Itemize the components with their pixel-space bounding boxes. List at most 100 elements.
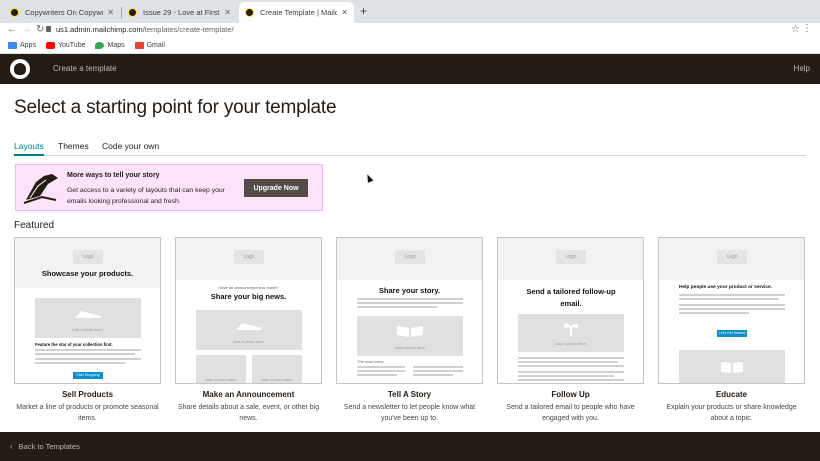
photo-label: Add a photo here. (233, 339, 265, 344)
shoe-icon (236, 323, 262, 330)
forward-arrow-icon[interactable]: → (21, 24, 31, 35)
text-line (35, 349, 141, 351)
featured-heading: Featured (14, 220, 55, 231)
template-preview[interactable]: Logo Send a tailored follow-up email. Ad… (497, 237, 644, 384)
photo-placeholder: Add a photo here. (252, 355, 302, 383)
cta-label: Start Shopping (76, 373, 100, 377)
photo-placeholder: Add a photo here. (518, 314, 624, 352)
template-preview[interactable]: Logo Share your story. Add a photo here.… (336, 237, 483, 384)
tab-themes[interactable]: Themes (58, 141, 89, 151)
text-line (518, 361, 618, 363)
template-card-educate[interactable]: Logo Help people use your product or ser… (658, 237, 805, 424)
text-line (357, 306, 437, 308)
browser-tab[interactable]: Issue 29 - Love at First Write ✕ (122, 2, 237, 23)
shoe-illustration-icon (23, 174, 58, 204)
preview-heading: Share your big news. (210, 292, 287, 301)
preview-heading: Help people use your product or service. (679, 285, 773, 290)
menu-kebab-icon[interactable]: ⋮ (802, 23, 812, 34)
bookmark-label: Gmail (146, 41, 165, 49)
close-icon[interactable]: ✕ (341, 8, 348, 17)
close-icon[interactable]: ✕ (107, 8, 114, 17)
card-title: Tell A Story (387, 390, 432, 399)
new-tab-icon[interactable]: + (360, 4, 367, 18)
mailchimp-logo-icon[interactable] (10, 59, 30, 79)
promo-title: More ways to tell your story (67, 172, 160, 179)
preview-subheading: The main story (357, 359, 384, 364)
bookmark-maps[interactable]: Maps (95, 41, 125, 49)
browser-tab-active[interactable]: Create Template | Mailchimp ✕ (239, 2, 354, 23)
photo-label: Add a photo here. (205, 377, 237, 382)
plant-icon (563, 323, 579, 336)
template-card-make-an-announcement[interactable]: Logo Have an announcement to make? Share… (175, 237, 322, 424)
tab-title: Create Template | Mailchimp (260, 8, 338, 17)
template-card-sell-products[interactable]: Logo Showcase your products. Add a photo… (14, 237, 161, 424)
upgrade-promo-banner: More ways to tell your story Get access … (15, 164, 323, 211)
preview-subheading: Feature the star of your collection firs… (35, 342, 113, 347)
bookmark-star-icon[interactable]: ☆ (791, 24, 800, 35)
text-line (357, 374, 397, 376)
text-line (35, 353, 135, 355)
tab-code-your-own[interactable]: Code your own (102, 141, 159, 151)
lock-icon (46, 26, 51, 32)
template-card-follow-up[interactable]: Logo Send a tailored follow-up email. Ad… (497, 237, 644, 424)
template-tabs: Layouts Themes Code your own (14, 141, 806, 156)
card-description: Explain your products or share knowledge… (666, 404, 797, 422)
card-description: Market a line of products or promote sea… (16, 404, 159, 422)
tab-layouts[interactable]: Layouts (14, 141, 44, 156)
reload-icon[interactable]: ↻ (36, 24, 44, 35)
template-preview[interactable]: Logo Have an announcement to make? Share… (175, 237, 322, 384)
template-preview[interactable]: Logo Showcase your products. Add a photo… (14, 237, 161, 384)
preview-logo: Logo (717, 250, 747, 264)
browser-tab[interactable]: Copywriters On Copywriting ✕ (4, 2, 120, 23)
photo-placeholder: Add a photo here. (357, 316, 463, 356)
text-line (518, 375, 614, 377)
text-line (357, 366, 405, 368)
photo-placeholder: Add a photo here. (35, 298, 141, 338)
address-bar[interactable]: us1.admin.mailchimp.com/templates/create… (56, 25, 234, 34)
text-line (413, 366, 463, 368)
bookmark-gmail[interactable]: Gmail (134, 41, 165, 49)
preview-heading: Showcase your products. (41, 269, 134, 278)
preview-cta-button: Let's Get Started (717, 330, 747, 337)
help-link[interactable]: Help (794, 64, 810, 73)
text-line (35, 358, 141, 360)
mailchimp-favicon-icon (128, 8, 137, 17)
text-line (35, 362, 125, 364)
template-preview[interactable]: Logo Help people use your product or ser… (658, 237, 805, 384)
page-footer: ‹ Back to Templates (0, 432, 820, 461)
back-to-templates-link[interactable]: ‹ Back to Templates (10, 442, 80, 451)
maps-pin-icon (95, 41, 105, 49)
page-title: Select a starting point for your templat… (14, 97, 337, 118)
bookmark-label: Apps (20, 41, 36, 49)
bookmark-apps[interactable]: Apps (8, 41, 36, 49)
photo-placeholder (679, 350, 785, 383)
mouse-cursor-icon (364, 173, 374, 183)
preview-cta-button: Start Shopping (73, 372, 103, 379)
photo-label: Add a photo here. (555, 341, 587, 346)
text-line (357, 370, 405, 372)
card-description: Send a newsletter to let people know wha… (343, 404, 476, 422)
card-title: Educate (715, 390, 748, 399)
browser-toolbar: ← → ↻ us1.admin.mailchimp.com/templates/… (0, 23, 820, 37)
text-line (679, 312, 749, 314)
card-description: Send a tailored email to people who have… (506, 404, 635, 422)
text-line (679, 308, 785, 310)
close-icon[interactable]: ✕ (224, 8, 231, 17)
text-line (679, 304, 785, 306)
text-line (518, 371, 624, 373)
chevron-left-icon: ‹ (10, 442, 13, 451)
card-title: Sell Products (61, 390, 114, 399)
template-card-tell-a-story[interactable]: Logo Share your story. Add a photo here.… (336, 237, 483, 424)
back-arrow-icon[interactable]: ← (7, 24, 17, 35)
browser-tab-strip: Copywriters On Copywriting ✕ Issue 29 - … (0, 0, 820, 23)
upgrade-now-button[interactable]: Upgrade Now (244, 179, 308, 197)
cta-label: Let's Get Started (718, 331, 746, 335)
bookmark-youtube[interactable]: YouTube (45, 41, 86, 49)
bookmarks-bar: Apps YouTube Maps Gmail (0, 37, 820, 54)
gmail-icon (134, 41, 144, 49)
breadcrumb: Create a template (53, 64, 117, 73)
bookmark-label: YouTube (57, 41, 86, 49)
text-line (518, 357, 624, 359)
book-icon (721, 362, 743, 373)
preview-logo: Logo (556, 250, 586, 264)
